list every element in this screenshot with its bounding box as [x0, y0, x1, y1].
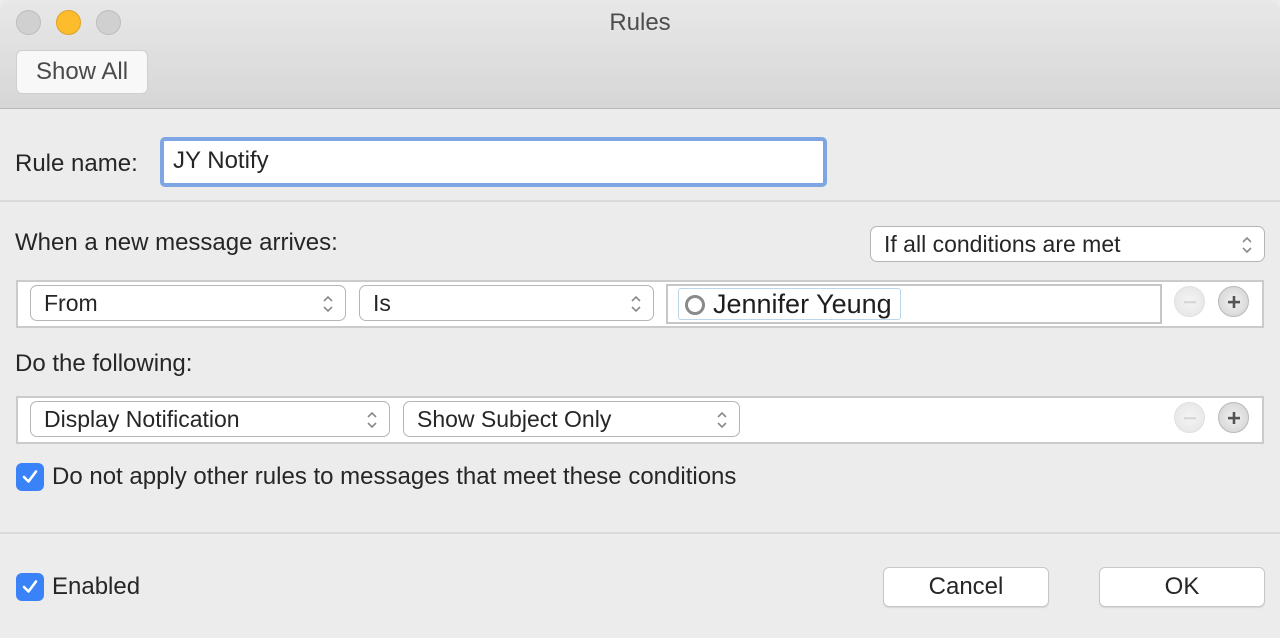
action-option-value: Show Subject Only: [417, 406, 612, 432]
stop-rules-label: Do not apply other rules to messages tha…: [52, 463, 737, 490]
chevron-updown-icon: [717, 411, 727, 429]
condition-value-field[interactable]: Jennifer Yeung: [666, 284, 1162, 324]
checkmark-icon: [22, 580, 38, 593]
show-all-button[interactable]: Show All: [16, 50, 148, 94]
title-bar: Rules Show All: [0, 0, 1280, 109]
rule-name-label: Rule name:: [15, 150, 138, 177]
action-type-select[interactable]: Display Notification: [30, 401, 390, 437]
action-type-value: Display Notification: [44, 406, 240, 432]
chevron-updown-icon: [1242, 236, 1252, 254]
plus-icon: [1227, 411, 1240, 424]
checkmark-icon: [22, 470, 38, 483]
chevron-updown-icon: [367, 411, 377, 429]
stop-rules-checkbox[interactable]: [16, 463, 44, 491]
contact-status-icon: [685, 295, 705, 315]
condition-field-select[interactable]: From: [30, 285, 346, 321]
contact-token-label: Jennifer Yeung: [713, 289, 892, 319]
minus-icon: [1183, 416, 1196, 419]
rule-name-input[interactable]: JY Notify: [160, 137, 827, 187]
separator: [0, 532, 1280, 534]
minus-icon: [1183, 300, 1196, 303]
remove-action-button[interactable]: [1174, 402, 1205, 433]
action-option-select[interactable]: Show Subject Only: [403, 401, 740, 437]
condition-field-value: From: [44, 290, 98, 316]
chevron-updown-icon: [631, 295, 641, 313]
match-mode-value: If all conditions are met: [884, 231, 1121, 257]
conditions-label: When a new message arrives:: [15, 229, 338, 256]
window-title: Rules: [609, 9, 671, 36]
condition-operator-select[interactable]: Is: [359, 285, 654, 321]
match-mode-select[interactable]: If all conditions are met: [870, 226, 1265, 262]
actions-label: Do the following:: [15, 350, 193, 377]
separator: [0, 200, 1280, 202]
add-action-button[interactable]: [1218, 402, 1249, 433]
cancel-button[interactable]: Cancel: [883, 567, 1049, 607]
remove-condition-button[interactable]: [1174, 286, 1205, 317]
add-condition-button[interactable]: [1218, 286, 1249, 317]
condition-operator-value: Is: [373, 290, 391, 316]
enabled-label: Enabled: [52, 573, 141, 600]
ok-button[interactable]: OK: [1099, 567, 1265, 607]
contact-token[interactable]: Jennifer Yeung: [678, 288, 901, 320]
chevron-updown-icon: [323, 295, 333, 313]
plus-icon: [1227, 295, 1240, 308]
enabled-checkbox[interactable]: [16, 573, 44, 601]
